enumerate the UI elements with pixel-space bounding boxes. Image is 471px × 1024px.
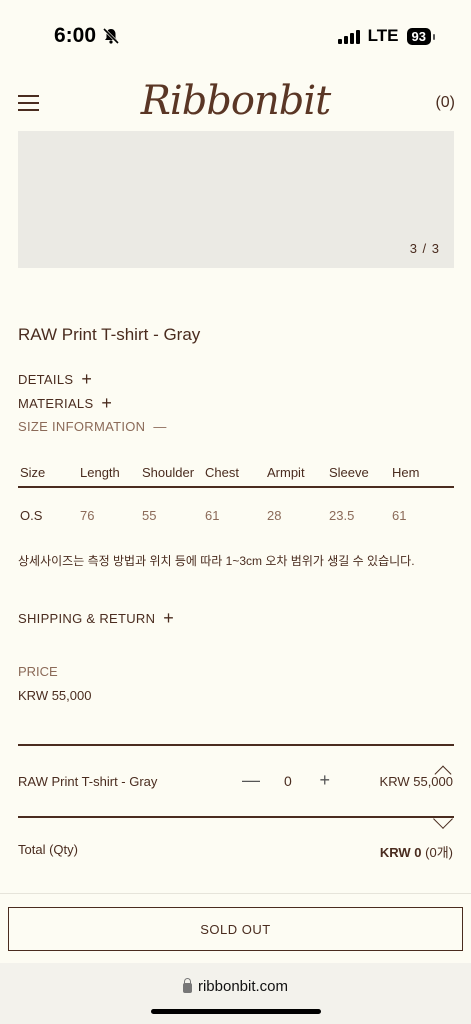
decrease-button[interactable]: — [240,770,262,791]
column-header: Size [20,464,46,480]
column-header: Shoulder [142,464,195,480]
total-value: KRW 0 (0개) [380,842,453,861]
materials-toggle[interactable]: MATERIALS + [18,394,112,412]
option-name: RAW Print T-shirt - Gray [18,774,158,789]
column-header: Chest [205,464,239,480]
product-title: RAW Print T-shirt - Gray [18,325,201,344]
chevron-down-icon[interactable] [433,809,453,829]
quantity-value: 0 [284,772,292,789]
lock-icon [182,978,192,993]
size-table-header: Size Length Shoulder Chest Armpit Sleeve… [18,458,454,488]
price-value: KRW 55,000 [18,688,92,703]
size-notice: 상세사이즈는 측정 방법과 위치 등에 따라 1~3cm 오차 범위가 생길 수… [18,554,415,568]
status-time: 6:00 [54,24,120,48]
column-header: Armpit [267,464,305,480]
total-label: Total (Qty) [18,842,78,857]
details-toggle[interactable]: DETAILS + [18,370,92,388]
signal-icon [337,28,360,44]
sold-out-button[interactable]: SOLD OUT [8,907,463,951]
table-cell: 55 [142,507,157,523]
materials-label: MATERIALS [18,395,94,411]
size-information-toggle[interactable]: SIZE INFORMATION — [18,419,167,434]
column-header: Sleeve [329,464,369,480]
product-image-slider[interactable]: 3 / 3 [18,131,454,268]
column-header: Length [80,464,120,480]
table-cell: 23.5 [329,507,355,523]
url-text: ribbonbit.com [197,978,289,995]
shipping-return-toggle[interactable]: SHIPPING & RETURN + [18,609,174,627]
table-cell: 61 [392,507,407,523]
size-information-label: SIZE INFORMATION [18,419,146,434]
total-amount: KRW 0 [379,845,422,860]
image-counter: 3 / 3 [409,241,440,256]
time-text: 6:00 [54,24,97,47]
cart-button[interactable]: (0) [435,94,455,112]
battery-icon: 93 [406,27,436,45]
network-label: LTE [367,26,399,45]
plus-icon: + [163,608,175,628]
table-row: O.S 76 55 61 28 23.5 61 [18,500,454,530]
price-label: PRICE [18,664,58,679]
quantity-stepper: — 0 + [240,770,336,791]
total-qty: (0개) [425,845,453,860]
divider [18,744,454,746]
divider [18,816,454,818]
size-table: Size Length Shoulder Chest Armpit Sleeve… [18,458,454,530]
table-cell: 76 [80,507,95,523]
details-label: DETAILS [18,371,74,387]
url-field[interactable]: ribbonbit.com [0,978,471,995]
table-cell: 28 [267,507,282,523]
status-indicators: LTE 93 [337,26,436,46]
plus-icon: + [81,369,93,389]
table-cell: O.S [20,507,43,523]
shipping-return-label: SHIPPING & RETURN [18,610,156,626]
plus-icon: + [101,393,113,413]
column-header: Hem [392,464,420,480]
minus-icon: — [153,419,167,434]
home-indicator[interactable] [151,1009,321,1014]
increase-button[interactable]: + [314,770,336,791]
table-cell: 61 [205,507,220,523]
brand-logo[interactable]: Ribbonbit [0,78,471,124]
bell-muted-icon [102,27,120,45]
